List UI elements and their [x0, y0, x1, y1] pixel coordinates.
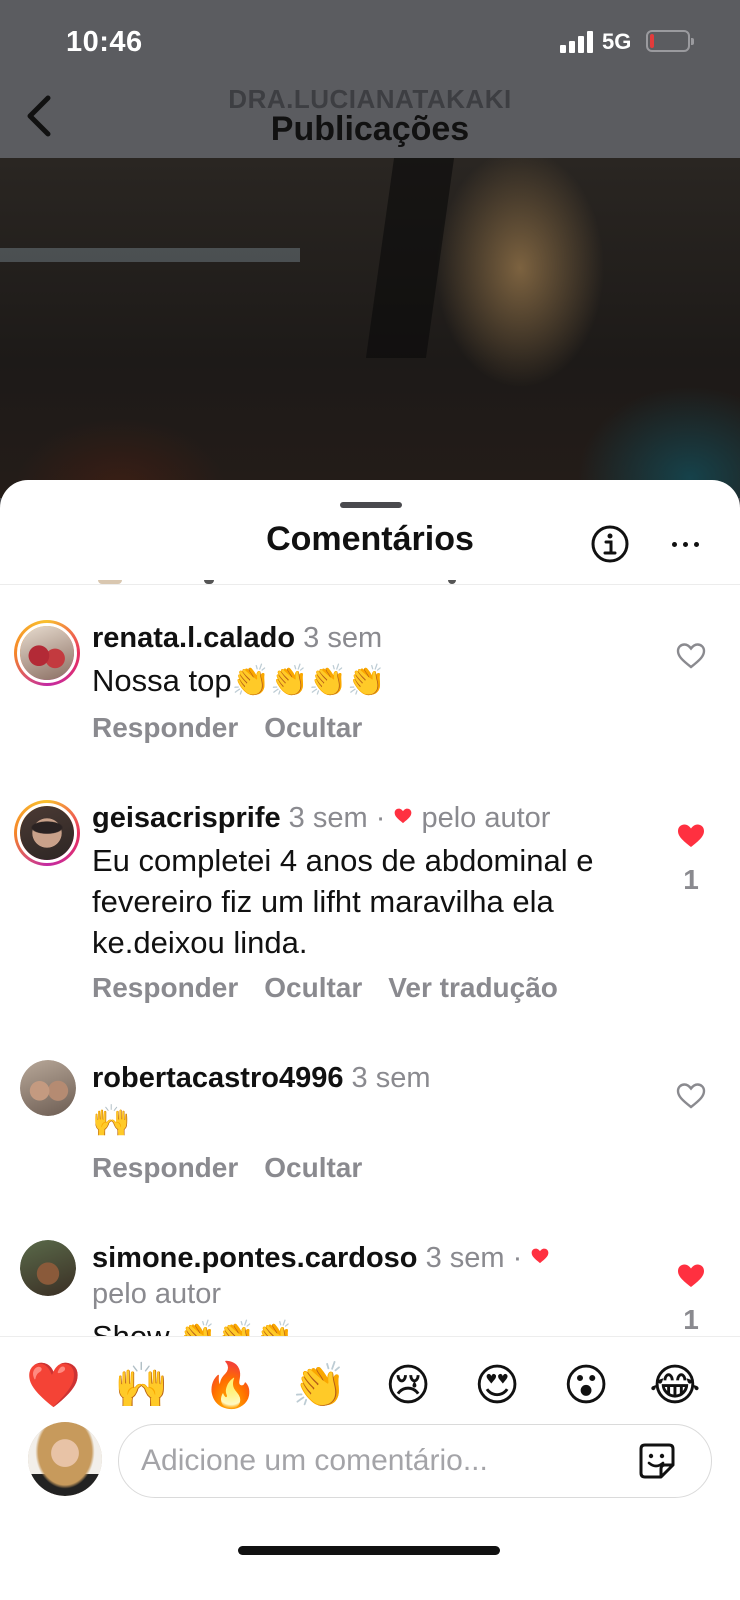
- comment-text: Nossa top👏👏👏👏: [92, 663, 386, 698]
- comment-time: 3 sem: [303, 622, 383, 654]
- emoji-raised-hands-button[interactable]: 🙌: [114, 1359, 169, 1413]
- emoji-surprised-button[interactable]: 😮: [559, 1359, 613, 1413]
- home-indicator: [238, 1546, 500, 1555]
- more-options-icon[interactable]: [670, 528, 702, 560]
- avatar[interactable]: [20, 1240, 76, 1296]
- comments-sheet: Comentários renata.l.calado 3 sem Nossa …: [0, 480, 740, 1600]
- emoji-heart-eyes-button[interactable]: 😍: [470, 1359, 524, 1413]
- reply-button[interactable]: Responder: [92, 1152, 238, 1183]
- sticker-icon[interactable]: [635, 1439, 679, 1483]
- heart-filled-icon[interactable]: [676, 822, 706, 850]
- network-label: 5G: [602, 29, 632, 54]
- like-count: 1: [683, 864, 699, 895]
- comment-text: Eu completei 4 anos de abdominal e fever…: [92, 843, 594, 960]
- avatar[interactable]: [14, 800, 80, 866]
- comment-time: 3 sem ·: [288, 802, 386, 834]
- comment-username[interactable]: simone.pontes.cardoso: [92, 1242, 418, 1274]
- comment-text: Show 👏👏👏: [92, 1316, 652, 1336]
- emoji-crying-button[interactable]: 😢: [381, 1359, 435, 1413]
- like-count: 1: [683, 1304, 699, 1335]
- avatar[interactable]: [14, 620, 80, 686]
- current-user-avatar: [28, 1422, 102, 1496]
- comment-username[interactable]: renata.l.calado: [92, 622, 295, 654]
- hide-button[interactable]: Ocultar: [264, 972, 362, 1003]
- battery-low-icon: [646, 30, 694, 52]
- comment-time: 3 sem ·: [425, 1242, 523, 1274]
- status-bar: 10:46 5G: [0, 0, 740, 80]
- status-time: 10:46: [66, 26, 143, 58]
- reply-button[interactable]: Responder: [92, 712, 238, 743]
- avatar[interactable]: [20, 1060, 76, 1116]
- hide-button[interactable]: Ocultar: [264, 1152, 362, 1183]
- comment-composer: [0, 1420, 740, 1520]
- author-like-label: pelo autor: [92, 1278, 221, 1310]
- comment-time: 3 sem: [351, 1062, 431, 1094]
- heart-outline-icon[interactable]: [676, 1082, 706, 1110]
- reply-button[interactable]: Responder: [92, 972, 238, 1003]
- emoji-clap-button[interactable]: 👏: [292, 1359, 347, 1413]
- sheet-grabber[interactable]: [340, 502, 402, 508]
- page-title: Publicações: [270, 110, 470, 148]
- comment-input-container: [118, 1424, 712, 1498]
- comment-username[interactable]: robertacastro4996: [92, 1062, 343, 1094]
- comments-list[interactable]: renata.l.calado 3 sem Nossa top👏👏👏👏 Resp…: [0, 584, 740, 1336]
- see-translation-button[interactable]: Ver tradução: [388, 972, 558, 1003]
- top-bar: 10:46 5G DRA.LUCIANATAKAKI Publicações: [0, 0, 740, 158]
- hide-button[interactable]: Ocultar: [264, 712, 362, 743]
- post-image: [0, 158, 740, 498]
- author-like-label: pelo autor: [421, 802, 551, 834]
- author-like-heart-icon: [531, 1248, 549, 1264]
- info-icon[interactable]: [590, 524, 630, 564]
- emoji-reaction-bar: ❤️ 🙌 🔥 👏 😢 😍 😮 😂: [0, 1336, 740, 1426]
- author-like-heart-icon: [395, 808, 412, 824]
- comment-username[interactable]: geisacrisprife: [92, 802, 281, 834]
- comment-text: 🙌: [92, 1103, 131, 1138]
- emoji-laughing-button[interactable]: 😂: [648, 1359, 702, 1413]
- comment-input[interactable]: [141, 1439, 611, 1483]
- emoji-heart-button[interactable]: ❤️: [26, 1359, 81, 1413]
- heart-filled-icon[interactable]: [676, 1262, 706, 1290]
- heart-outline-icon[interactable]: [676, 642, 706, 670]
- emoji-fire-button[interactable]: 🔥: [203, 1359, 258, 1413]
- signal-icon: [560, 31, 594, 53]
